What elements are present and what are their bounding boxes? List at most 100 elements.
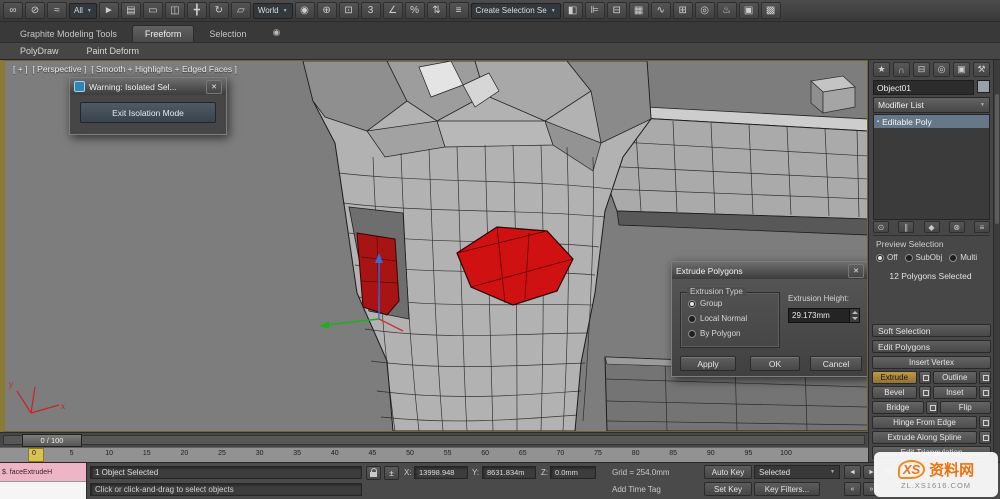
ok-button[interactable]: OK (750, 356, 800, 371)
edit-named-selection-sets-icon[interactable]: ≡ (448, 2, 469, 19)
hinge-settings-button[interactable] (979, 416, 991, 429)
viewport-pov-menu[interactable]: [ Perspective ] (32, 64, 86, 74)
graphite-ribbon-toggle-icon[interactable]: ▦ (628, 2, 649, 19)
bridge-button[interactable]: Bridge (872, 401, 924, 414)
extrude-spline-settings-button[interactable] (979, 431, 991, 444)
tab-graphite-modeling-tools[interactable]: Graphite Modeling Tools (8, 26, 129, 42)
go-to-start-button[interactable]: « (844, 482, 861, 496)
selection-set-key-dropdown[interactable]: Selected ▼ (754, 465, 840, 479)
viewport-shading-menu[interactable]: [ Smooth + Highlights + Edged Faces ] (91, 64, 237, 74)
warning-dialog-titlebar[interactable]: Warning: Isolated Sel... ✕ (70, 78, 226, 95)
remove-modifier-icon[interactable]: ⊗ (948, 221, 965, 233)
extrusion-height-input[interactable]: 29.173mm (788, 308, 860, 323)
x-coordinate-field[interactable]: 13998.948 (414, 466, 468, 479)
extrusion-type-group-radio[interactable]: Group (688, 299, 779, 308)
time-slider-handle[interactable]: 0 / 100 (22, 434, 82, 447)
bevel-button[interactable]: Bevel (872, 386, 917, 399)
paint-deform-panel-button[interactable]: Paint Deform (81, 45, 146, 57)
flip-button[interactable]: Flip (939, 401, 991, 414)
hierarchy-tab-icon[interactable]: ⊟ (913, 62, 930, 77)
insert-vertex-button[interactable]: Insert Vertex (872, 356, 991, 369)
extrude-along-spline-button[interactable]: Extrude Along Spline (872, 431, 977, 444)
tab-selection[interactable]: Selection (197, 26, 258, 42)
select-and-move-icon[interactable]: ╋ (186, 2, 207, 19)
soft-selection-rollout[interactable]: Soft Selection (872, 324, 991, 337)
viewport-general-menu[interactable]: [ + ] (13, 64, 27, 74)
extrusion-height-spinner[interactable] (849, 309, 859, 322)
configure-modifier-sets-icon[interactable]: ≡ (974, 221, 990, 233)
key-filters-button[interactable]: Key Filters... (754, 482, 820, 496)
warning-close-icon[interactable]: ✕ (206, 79, 222, 94)
edit-polygons-rollout[interactable]: Edit Polygons (872, 340, 991, 353)
time-slider-track[interactable] (3, 435, 865, 445)
absolute-offset-mode-icon[interactable]: ± (384, 466, 399, 480)
extrusion-type-local-normal-radio[interactable]: Local Normal (688, 314, 779, 323)
extrude-dialog-titlebar[interactable]: Extrude Polygons ✕ (672, 262, 867, 279)
preview-off-radio[interactable]: Off (876, 253, 898, 262)
reference-coordinate-dropdown[interactable]: World ▼ (252, 2, 293, 19)
angle-snap-icon[interactable]: ∠ (382, 2, 403, 19)
auto-key-button[interactable]: Auto Key (704, 465, 752, 479)
make-unique-icon[interactable]: ◆ (923, 221, 940, 233)
extrusion-type-by-polygon-radio[interactable]: By Polygon (688, 329, 779, 338)
schematic-view-icon[interactable]: ⊞ (672, 2, 693, 19)
inset-button[interactable]: Inset (932, 386, 977, 399)
percent-snap-icon[interactable]: % (404, 2, 425, 19)
apply-button[interactable]: Apply (680, 356, 736, 371)
scrollbar-thumb[interactable] (995, 94, 999, 224)
extrude-close-icon[interactable]: ✕ (848, 263, 864, 278)
listener-input-line[interactable] (0, 481, 86, 499)
select-object-icon[interactable]: ► (98, 2, 119, 19)
snaps-toggle-icon[interactable]: 3 (360, 2, 381, 19)
stack-item-editable-poly[interactable]: ▪ Editable Poly (874, 115, 989, 128)
motion-tab-icon[interactable]: ◎ (933, 62, 950, 77)
object-name-field[interactable]: Object01 (873, 80, 974, 95)
spinner-snap-icon[interactable]: ⇅ (426, 2, 447, 19)
align-icon[interactable]: ⊫ (584, 2, 605, 19)
select-and-link-icon[interactable]: ∞ (3, 2, 23, 19)
outline-button[interactable]: Outline (932, 371, 977, 384)
named-selection-set-dropdown[interactable]: Create Selection Se ▼ (470, 2, 561, 19)
modifier-stack[interactable]: ▪ Editable Poly (873, 114, 990, 220)
use-pivot-point-icon[interactable]: ◉ (294, 2, 315, 19)
maxscript-mini-listener[interactable]: $. faceExtrudeH (0, 463, 87, 499)
selection-region-icon[interactable]: ▭ (142, 2, 163, 19)
create-tab-icon[interactable]: ★ (873, 62, 890, 77)
curve-editor-icon[interactable]: ∿ (650, 2, 671, 19)
outline-settings-button[interactable] (979, 371, 991, 384)
inset-settings-button[interactable] (979, 386, 991, 399)
selection-lock-icon[interactable] (366, 466, 381, 480)
preview-subobj-radio[interactable]: SubObj (904, 253, 942, 262)
render-setup-icon[interactable]: ♨ (716, 2, 737, 19)
add-time-tag[interactable]: Add Time Tag (612, 485, 661, 494)
box-object[interactable] (810, 75, 856, 114)
y-coordinate-field[interactable]: 8631.834m (482, 466, 536, 479)
perspective-viewport[interactable]: x y [ + ] [ Perspective ] [ Smooth + Hig… (0, 60, 868, 432)
layer-manager-icon[interactable]: ⊟ (606, 2, 627, 19)
modifier-list-dropdown[interactable]: Modifier List ▼ (873, 97, 990, 113)
display-tab-icon[interactable]: ▣ (953, 62, 970, 77)
exit-isolation-mode-button[interactable]: Exit Isolation Mode (80, 102, 216, 123)
show-end-result-icon[interactable]: ∥ (898, 221, 915, 233)
select-and-rotate-icon[interactable]: ↻ (208, 2, 229, 19)
select-and-scale-icon[interactable]: ▱ (230, 2, 251, 19)
mirror-icon[interactable]: ◧ (562, 2, 583, 19)
window-crossing-icon[interactable]: ◫ (164, 2, 185, 19)
tab-freeform[interactable]: Freeform (131, 25, 195, 42)
hinge-from-edge-button[interactable]: Hinge From Edge (872, 416, 977, 429)
modify-tab-icon[interactable]: ∩ (893, 62, 910, 77)
utilities-tab-icon[interactable]: ⚒ (973, 62, 990, 77)
select-by-name-icon[interactable]: ▤ (120, 2, 141, 19)
command-panel-scrollbar[interactable] (993, 60, 1000, 462)
set-key-button[interactable]: Set Key (704, 482, 752, 496)
preview-multi-radio[interactable]: Multi (949, 253, 977, 262)
trackbar-ruler[interactable]: 0 5 10 15 20 25 30 35 40 45 50 55 60 65 70 75 80 85 90 95 10… (0, 447, 868, 462)
polydraw-panel-button[interactable]: PolyDraw (14, 45, 65, 57)
previous-key-button[interactable]: ◄ (844, 465, 861, 479)
bridge-settings-button[interactable] (925, 401, 938, 414)
render-production-icon[interactable]: ▩ (760, 2, 781, 19)
selection-filter-dropdown[interactable]: All ▼ (69, 2, 97, 19)
keyboard-shortcut-override-icon[interactable]: ⊡ (338, 2, 359, 19)
rendered-frame-window-icon[interactable]: ▣ (738, 2, 759, 19)
cancel-button[interactable]: Cancel (810, 356, 862, 371)
